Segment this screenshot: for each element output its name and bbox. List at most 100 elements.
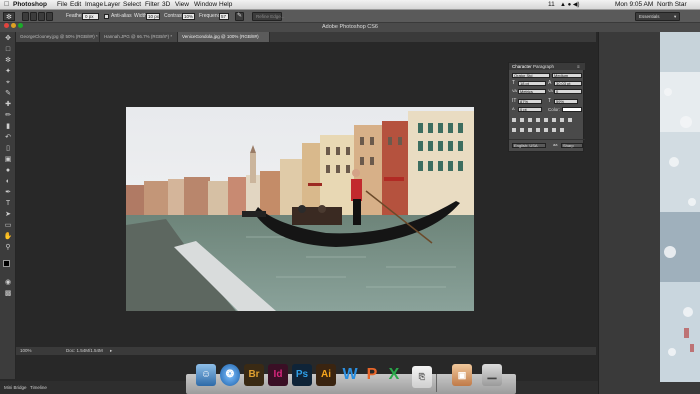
app-menu[interactable]: Photoshop bbox=[13, 0, 47, 10]
menu-file[interactable]: File bbox=[57, 0, 67, 10]
menu-select[interactable]: Select bbox=[123, 0, 141, 10]
bridge-icon[interactable]: Br bbox=[244, 364, 264, 386]
history-brush-tool-icon[interactable]: ↶ bbox=[3, 133, 13, 142]
excel-icon[interactable]: X bbox=[384, 364, 404, 386]
path-select-tool-icon[interactable]: ➤ bbox=[3, 210, 13, 219]
shape-tool-icon[interactable]: ▭ bbox=[3, 221, 13, 230]
tab-mini-bridge[interactable]: Mini Bridge bbox=[4, 381, 27, 394]
width-field[interactable]: 10 px bbox=[146, 13, 160, 20]
type-tool-icon[interactable]: T bbox=[3, 199, 13, 208]
menu-window[interactable]: Window bbox=[194, 0, 217, 10]
eyedropper-tool-icon[interactable]: ✎ bbox=[3, 89, 13, 98]
menu-layer[interactable]: Layer bbox=[104, 0, 120, 10]
minimize-icon[interactable] bbox=[11, 23, 16, 28]
titling-icon[interactable] bbox=[544, 128, 548, 132]
language-select[interactable]: English: USA bbox=[512, 143, 546, 148]
baseline-shift-field[interactable]: 0 pt bbox=[518, 107, 542, 112]
tab-timeline[interactable]: Timeline bbox=[30, 381, 47, 394]
intersect-selection-button[interactable] bbox=[46, 12, 53, 21]
menu-edit[interactable]: Edit bbox=[70, 0, 81, 10]
document-canvas-image[interactable] bbox=[126, 107, 474, 311]
subtract-selection-button[interactable] bbox=[38, 12, 45, 21]
workspace-switcher[interactable]: Essentials ▾ bbox=[635, 12, 680, 21]
subscript-icon[interactable] bbox=[552, 118, 556, 122]
tab-venice-gondola[interactable]: VeniceGondola.jpg @ 100% (RGB/8#) bbox=[178, 32, 270, 42]
refine-edge-button[interactable]: Refine Edge... bbox=[252, 12, 285, 21]
font-size-field[interactable]: 18 pt bbox=[518, 81, 546, 86]
menu-3d[interactable]: 3D bbox=[162, 0, 170, 10]
marquee-tool-icon[interactable]: □ bbox=[3, 45, 13, 54]
photos-stack-icon[interactable]: ▣ bbox=[452, 364, 472, 386]
gradient-tool-icon[interactable]: ▣ bbox=[3, 155, 13, 164]
tab-paragraph[interactable]: Paragraph bbox=[533, 63, 554, 70]
frequency-field[interactable]: 57 bbox=[219, 13, 229, 20]
menu-help[interactable]: Help bbox=[219, 0, 232, 10]
alternates-icon[interactable] bbox=[536, 128, 540, 132]
oldstyle-icon[interactable] bbox=[520, 128, 524, 132]
menu-view[interactable]: View bbox=[175, 0, 189, 10]
anti-alias-select[interactable]: Sharp bbox=[561, 143, 583, 148]
healing-tool-icon[interactable]: ✚ bbox=[3, 100, 13, 109]
photoshop-icon[interactable]: Ps bbox=[292, 364, 312, 386]
font-family-select[interactable]: Orator Std bbox=[512, 73, 550, 78]
clone-stamp-tool-icon[interactable]: ▮ bbox=[3, 122, 13, 131]
screen-mode-icon[interactable]: ▩ bbox=[3, 289, 13, 298]
faux-italic-icon[interactable] bbox=[520, 118, 524, 122]
safari-icon[interactable]: ❂ bbox=[220, 364, 240, 386]
faux-bold-icon[interactable] bbox=[512, 118, 516, 122]
trash-icon[interactable]: ⚊ bbox=[482, 364, 502, 386]
word-icon[interactable]: W bbox=[340, 364, 360, 386]
tablet-pressure-button[interactable]: ✎ bbox=[235, 12, 244, 21]
tab-character[interactable]: Character bbox=[512, 63, 532, 70]
tab-george-clooney[interactable]: GeorgeClooney.jpg @ 50% (RGB/8#) * bbox=[16, 32, 100, 42]
small-caps-icon[interactable] bbox=[536, 118, 540, 122]
close-icon[interactable] bbox=[4, 23, 9, 28]
tab-hannah[interactable]: Hannah.JPG @ 66.7% (RGB/8*) * bbox=[100, 32, 178, 42]
ligatures-icon[interactable] bbox=[512, 128, 516, 132]
menubar-status-icons[interactable]: ▲ ● ◀) bbox=[560, 0, 580, 10]
tool-preset-picker[interactable]: ✼ bbox=[3, 12, 15, 21]
underline-icon[interactable] bbox=[560, 118, 564, 122]
finder-icon[interactable]: ☺ bbox=[196, 364, 216, 386]
strikethrough-icon[interactable] bbox=[568, 118, 572, 122]
eraser-tool-icon[interactable]: ▯ bbox=[3, 144, 13, 153]
status-menu-arrow-icon[interactable]: ▸ bbox=[110, 347, 112, 355]
apple-icon[interactable]:  bbox=[4, 0, 9, 10]
new-selection-button[interactable] bbox=[22, 12, 29, 21]
window-controls[interactable] bbox=[4, 23, 25, 32]
foreground-color-swatch[interactable] bbox=[3, 260, 10, 267]
horizontal-scale-field[interactable]: 59% bbox=[554, 99, 578, 104]
user-name[interactable]: North Star bbox=[657, 0, 687, 10]
illustrator-icon[interactable]: Ai bbox=[316, 364, 336, 386]
anti-alias-checkbox[interactable] bbox=[104, 14, 109, 19]
ordinals-icon[interactable] bbox=[552, 128, 556, 132]
feather-field[interactable]: 0 px bbox=[82, 13, 99, 20]
doc-size[interactable]: Doc: 1.54M/1.54M bbox=[66, 347, 103, 355]
add-selection-button[interactable] bbox=[30, 12, 37, 21]
crop-tool-icon[interactable]: ⌖ bbox=[3, 78, 13, 87]
font-style-select[interactable]: Medium bbox=[552, 73, 582, 78]
panel-menu-icon[interactable]: ≡ bbox=[577, 63, 580, 70]
hand-tool-icon[interactable]: ✋ bbox=[3, 232, 13, 241]
fractions-icon[interactable] bbox=[560, 128, 564, 132]
superscript-icon[interactable] bbox=[544, 118, 548, 122]
leading-field[interactable]: 30.03 pt bbox=[554, 81, 582, 86]
contrast-field[interactable]: 10% bbox=[182, 13, 195, 20]
powerpoint-icon[interactable]: P bbox=[362, 364, 382, 386]
all-caps-icon[interactable] bbox=[528, 118, 532, 122]
lasso-tool-icon[interactable]: ✼ bbox=[3, 56, 13, 65]
image-capture-icon[interactable]: ⎘ bbox=[412, 366, 432, 388]
zoom-tool-icon[interactable]: ⚲ bbox=[3, 243, 13, 252]
pen-tool-icon[interactable]: ✒ bbox=[3, 188, 13, 197]
menu-filter[interactable]: Filter bbox=[145, 0, 159, 10]
blur-tool-icon[interactable]: ● bbox=[3, 166, 13, 175]
menu-image[interactable]: Image bbox=[85, 0, 103, 10]
quick-mask-icon[interactable]: ◉ bbox=[3, 278, 13, 287]
text-color-swatch[interactable] bbox=[562, 107, 582, 112]
zoom-level[interactable]: 100% bbox=[20, 347, 32, 355]
move-tool-icon[interactable]: ✥ bbox=[3, 34, 13, 43]
brush-tool-icon[interactable]: ✏ bbox=[3, 111, 13, 120]
kerning-field[interactable]: Metrics bbox=[518, 89, 546, 94]
dodge-tool-icon[interactable]: ◐ bbox=[3, 177, 13, 186]
indesign-icon[interactable]: Id bbox=[268, 364, 288, 386]
